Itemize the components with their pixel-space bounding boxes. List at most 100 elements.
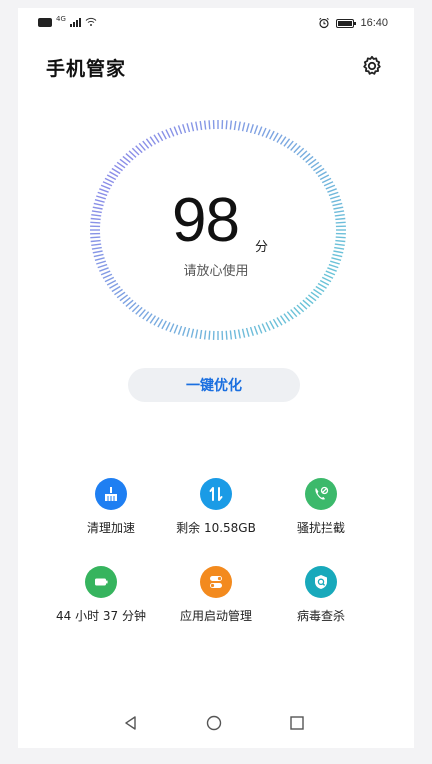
ring-tick	[177, 325, 183, 335]
ring-tick	[145, 313, 153, 322]
ring-tick	[111, 285, 121, 293]
ring-tick	[283, 313, 291, 322]
signal-icon	[69, 17, 81, 27]
ring-tick	[111, 167, 121, 175]
ring-tick	[276, 317, 283, 326]
ring-tick	[91, 243, 102, 247]
ring-tick	[97, 191, 108, 197]
ring-tick	[333, 250, 344, 254]
ring-tick	[321, 177, 332, 184]
status-bar: 4G 16:40	[18, 8, 414, 42]
ring-tick	[237, 329, 241, 339]
ring-tick	[169, 127, 175, 137]
ring-tick	[104, 177, 115, 184]
wifi-icon	[85, 17, 97, 26]
ring-tick	[253, 125, 259, 135]
optimize-button[interactable]: 一键优化	[128, 368, 300, 402]
back-triangle-icon[interactable]	[122, 714, 140, 732]
tool-harassment-block[interactable]: 骚扰拦截	[256, 478, 386, 536]
ring-tick	[257, 126, 263, 136]
ring-tick	[199, 329, 203, 340]
data-arrows-icon	[200, 478, 232, 510]
tool-battery[interactable]: 44 小时 37 分钟	[36, 566, 166, 624]
phone-block-icon	[305, 478, 337, 510]
ring-tick	[315, 285, 325, 293]
ring-tick	[334, 213, 345, 217]
battery-icon	[85, 566, 117, 598]
ring-tick	[315, 167, 325, 175]
ring-tick	[319, 174, 330, 181]
ring-tick	[91, 246, 102, 250]
ring-tick	[283, 138, 291, 147]
ring-tick	[157, 318, 164, 328]
status-left: 4G	[38, 15, 97, 27]
ring-tick	[233, 329, 237, 340]
score-status: 请放心使用	[183, 264, 249, 279]
ring-tick	[90, 217, 101, 221]
ring-tick	[327, 188, 337, 193]
ring-tick	[225, 330, 228, 340]
ring-tick	[138, 142, 146, 151]
ring-tick	[90, 239, 101, 243]
ring-tick	[106, 174, 117, 181]
ring-tick	[241, 122, 246, 132]
ring-tick	[173, 126, 179, 136]
home-circle-icon[interactable]	[205, 714, 223, 732]
ring-tick	[335, 239, 346, 243]
toggle-icon	[200, 566, 232, 598]
ring-tick	[335, 217, 346, 221]
ring-tick	[169, 323, 175, 333]
ring-tick	[91, 213, 102, 217]
ring-tick	[109, 171, 119, 178]
ring-tick	[91, 210, 102, 214]
tool-label: 病毒查杀	[296, 609, 345, 623]
clock: 16:40	[360, 17, 388, 29]
recents-square-icon[interactable]	[288, 714, 306, 732]
gear-icon[interactable]	[360, 54, 384, 78]
ring-tick	[145, 138, 153, 147]
ring-tick	[90, 221, 101, 224]
ring-tick	[269, 320, 275, 330]
ring-tick	[233, 120, 237, 131]
ring-tick	[272, 318, 279, 328]
ring-tick	[313, 164, 322, 172]
ring-tick	[310, 161, 320, 169]
page-title: 手机管家	[46, 58, 127, 80]
ring-tick	[225, 120, 228, 130]
ring-tick	[334, 210, 345, 214]
ring-tick	[90, 236, 101, 239]
battery-icon	[336, 18, 357, 28]
broom-icon	[95, 478, 127, 510]
ring-tick	[317, 282, 327, 289]
ring-tick	[279, 315, 287, 324]
ring-tick	[92, 206, 103, 210]
ring-tick	[116, 291, 126, 299]
ring-tick	[92, 250, 103, 254]
ring-tick	[279, 136, 287, 145]
ring-tick	[208, 330, 211, 340]
ring-tick	[165, 129, 171, 139]
ring-tick	[114, 288, 123, 296]
score-unit: 分	[255, 240, 269, 255]
score-value: 98	[172, 186, 240, 255]
ring-tick	[257, 324, 263, 334]
ring-tick	[203, 120, 207, 130]
ring-tick	[177, 125, 183, 135]
ring-tick	[310, 291, 320, 299]
ring-tick	[94, 199, 105, 203]
ring-tick	[195, 329, 199, 339]
ring-tick	[186, 327, 191, 337]
ring-tick	[116, 161, 126, 169]
ring-tick	[290, 309, 298, 318]
ring-tick	[203, 330, 207, 340]
tool-label: 44 小时 37 分钟	[56, 609, 146, 623]
ring-tick	[173, 324, 179, 334]
ring-tick	[195, 121, 199, 131]
ring-tick	[286, 311, 294, 320]
ring-tick	[333, 206, 344, 210]
tool-virus-scan[interactable]: 病毒查杀	[256, 566, 386, 624]
ring-tick	[265, 129, 271, 139]
ring-tick	[161, 130, 167, 140]
ring-tick	[269, 130, 275, 140]
ring-tick	[153, 317, 160, 326]
